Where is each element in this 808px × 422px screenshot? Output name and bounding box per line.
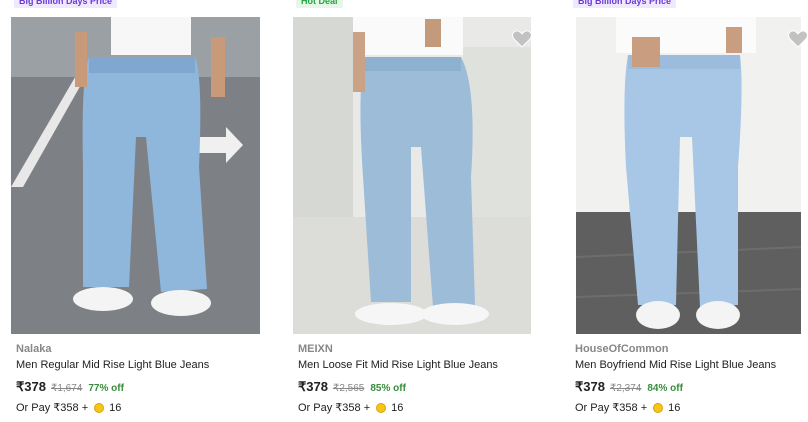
price-row: ₹378 ₹2,374 84% off — [575, 379, 683, 395]
or-pay-label: Or Pay ₹358 + — [575, 402, 648, 414]
product-title[interactable]: Men Boyfriend Mid Rise Light Blue Jeans — [575, 359, 776, 371]
supercoin-offer: Or Pay ₹358 + 16 — [575, 401, 681, 415]
product-card[interactable]: Big Billion Days Price Nalaka Men Regula… — [11, 0, 271, 422]
deal-tag: Hot Deal — [296, 0, 343, 8]
wishlist-heart-icon[interactable] — [787, 28, 808, 50]
selling-price: ₹378 — [16, 379, 46, 394]
discount-label: 84% off — [647, 383, 683, 394]
original-price: ₹1,674 — [50, 383, 83, 394]
original-price: ₹2,565 — [332, 383, 365, 394]
product-brand: MEIXN — [298, 343, 333, 355]
wishlist-heart-icon[interactable] — [511, 28, 533, 50]
product-brand: HouseOfCommon — [575, 343, 669, 355]
discount-label: 85% off — [370, 383, 406, 394]
product-grid: Big Billion Days Price Nalaka Men Regula… — [0, 0, 808, 422]
supercoin-icon — [94, 402, 105, 413]
product-image[interactable] — [293, 17, 531, 334]
coin-count: 16 — [391, 401, 404, 414]
deal-tag: Big Billion Days Price — [573, 0, 677, 8]
or-pay-label: Or Pay ₹358 + — [298, 402, 371, 414]
product-title[interactable]: Men Loose Fit Mid Rise Light Blue Jeans — [298, 359, 498, 371]
supercoin-offer: Or Pay ₹358 + 16 — [16, 401, 122, 415]
supercoin-icon — [653, 402, 664, 413]
coin-count: 16 — [668, 401, 681, 414]
product-title[interactable]: Men Regular Mid Rise Light Blue Jeans — [16, 359, 209, 371]
supercoin-offer: Or Pay ₹358 + 16 — [298, 401, 404, 415]
product-image[interactable] — [576, 17, 801, 334]
product-card[interactable]: Hot Deal MEIXN Men Loose Fit Mid Rise Li… — [293, 0, 553, 422]
product-image[interactable] — [11, 17, 260, 334]
product-card[interactable]: Big Billion Days Price HouseOfCommon Men… — [570, 0, 808, 422]
product-brand: Nalaka — [16, 343, 52, 355]
selling-price: ₹378 — [298, 379, 328, 394]
supercoin-icon — [376, 402, 387, 413]
selling-price: ₹378 — [575, 379, 605, 394]
coin-count: 16 — [109, 401, 122, 414]
price-row: ₹378 ₹1,674 77% off — [16, 379, 124, 395]
discount-label: 77% off — [88, 383, 124, 394]
deal-tag: Big Billion Days Price — [14, 0, 118, 8]
original-price: ₹2,374 — [609, 383, 642, 394]
price-row: ₹378 ₹2,565 85% off — [298, 379, 406, 395]
or-pay-label: Or Pay ₹358 + — [16, 402, 89, 414]
